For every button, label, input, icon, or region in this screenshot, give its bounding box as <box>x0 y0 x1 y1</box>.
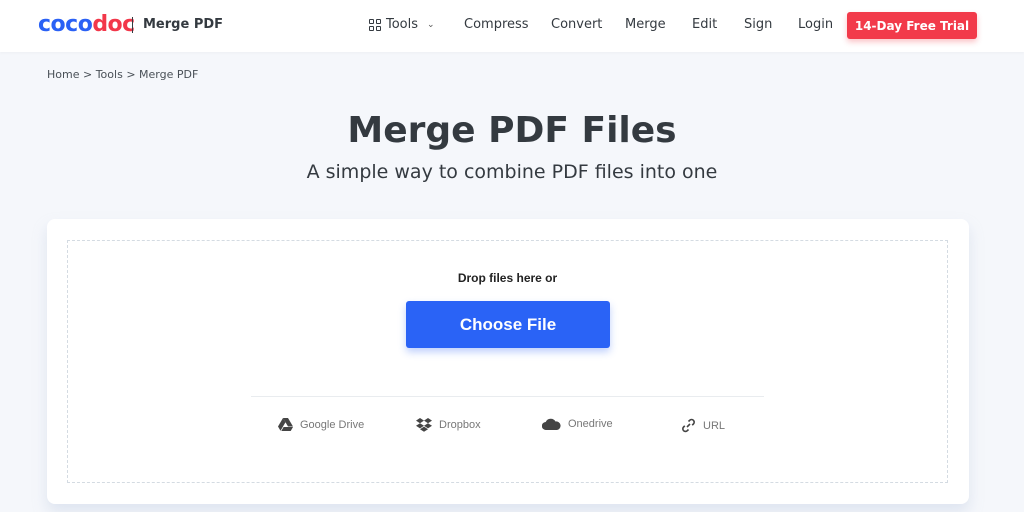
grid-icon <box>369 18 381 31</box>
free-trial-button[interactable]: 14-Day Free Trial <box>847 12 977 39</box>
file-dropzone[interactable]: Drop files here or Choose File Google Dr… <box>67 240 948 483</box>
chevron-down-icon: ⌄ <box>427 19 435 30</box>
nav-merge[interactable]: Merge <box>625 17 666 32</box>
nav-convert[interactable]: Convert <box>551 17 602 32</box>
logo-separator <box>132 17 133 33</box>
url-label: URL <box>703 419 726 432</box>
source-url[interactable]: URL <box>681 418 725 433</box>
breadcrumb-current: Merge PDF <box>139 68 199 81</box>
nav-compress[interactable]: Compress <box>464 17 529 32</box>
breadcrumb: Home > Tools > Merge PDF <box>47 68 198 81</box>
nav-tools-label: Tools <box>386 17 419 32</box>
source-dropbox[interactable]: Dropbox <box>416 418 481 432</box>
nav-sign[interactable]: Sign <box>744 17 772 32</box>
source-google-drive[interactable]: Google Drive <box>278 418 364 431</box>
nav-tools[interactable]: Tools ⌄ <box>369 17 435 32</box>
drop-text: Drop files here or <box>457 271 558 285</box>
breadcrumb-separator: > <box>126 68 136 81</box>
nav-login[interactable]: Login <box>798 17 833 32</box>
dropbox-icon <box>416 418 432 432</box>
page-subtitle: A simple way to combine PDF files into o… <box>306 161 718 183</box>
upload-card: Drop files here or Choose File Google Dr… <box>47 219 969 504</box>
breadcrumb-tools[interactable]: Tools <box>96 68 123 81</box>
product-name: Merge PDF <box>143 17 224 32</box>
choose-file-button[interactable]: Choose File <box>406 301 610 348</box>
breadcrumb-separator: > <box>82 68 93 81</box>
logo-part-coco: coco <box>38 12 93 37</box>
page-title: Merge PDF Files <box>347 110 677 151</box>
header: cocodoc Merge PDF Tools ⌄ Compress Conve… <box>0 0 1024 52</box>
onedrive-label: Onedrive <box>568 418 613 430</box>
dropbox-label: Dropbox <box>439 419 481 431</box>
google-drive-icon <box>278 418 293 431</box>
link-icon <box>681 418 696 433</box>
logo-part-doc: doc <box>92 12 135 37</box>
source-onedrive[interactable]: Onedrive <box>542 418 613 430</box>
google-drive-label: Google Drive <box>300 418 365 431</box>
divider <box>251 396 764 397</box>
breadcrumb-home[interactable]: Home <box>47 68 79 81</box>
onedrive-icon <box>542 418 561 430</box>
nav-edit[interactable]: Edit <box>692 17 717 32</box>
cocodoc-logo[interactable]: cocodoc <box>38 12 135 37</box>
